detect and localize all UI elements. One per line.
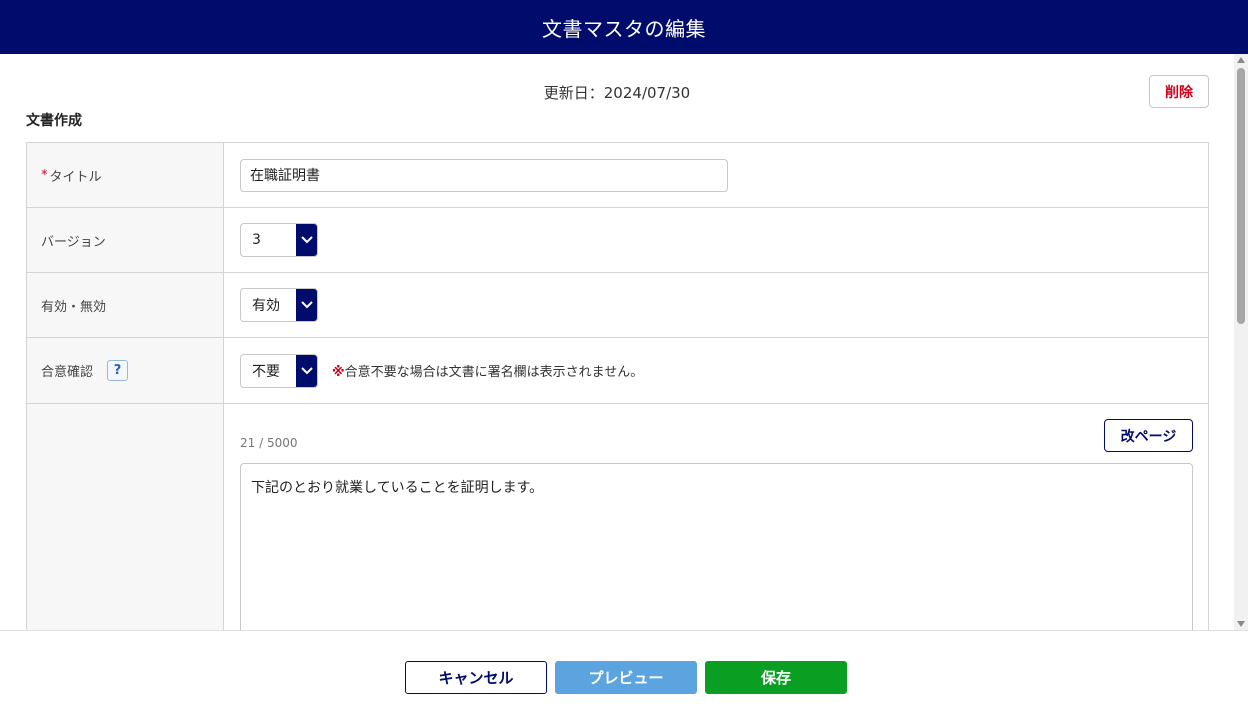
body-row: 21 / 5000 改ページ 下記のとおり就業していることを証明します。 bbox=[26, 404, 1209, 630]
consent-label-text: 合意確認 bbox=[41, 365, 94, 380]
title-row: * タイトル 在職証明書 bbox=[26, 143, 1209, 208]
required-mark: * bbox=[41, 167, 48, 183]
delete-button[interactable]: 削除 bbox=[1149, 75, 1209, 108]
updated-date: 更新日：2024/07/30 bbox=[543, 84, 691, 102]
title-value-cell: 在職証明書 bbox=[224, 143, 1208, 207]
preview-button[interactable]: プレビュー bbox=[555, 661, 697, 694]
chevron-down-icon[interactable] bbox=[296, 354, 317, 387]
consent-label: 合意確認 ? bbox=[27, 338, 224, 403]
help-icon[interactable]: ? bbox=[107, 360, 129, 381]
version-select-value: 3 bbox=[252, 232, 261, 248]
document-form: * タイトル 在職証明書 バージョン 3 有効・無効 有効 合意確認 ? 不要 … bbox=[26, 142, 1209, 630]
consent-select[interactable]: 不要 bbox=[240, 353, 318, 388]
body-textarea[interactable]: 下記のとおり就業していることを証明します。 bbox=[240, 463, 1193, 630]
app-header: 文書マスタの編集 bbox=[0, 0, 1248, 54]
version-row: バージョン 3 bbox=[26, 208, 1209, 273]
chevron-down-icon[interactable] bbox=[296, 289, 317, 321]
consent-value-cell: 不要 ※合意不要な場合は文書に署名欄は表示されません。 bbox=[224, 338, 1208, 403]
version-value-cell: 3 bbox=[224, 208, 1208, 272]
body-value-cell: 21 / 5000 改ページ 下記のとおり就業していることを証明します。 bbox=[224, 404, 1208, 630]
consent-row: 合意確認 ? 不要 ※合意不要な場合は文書に署名欄は表示されません。 bbox=[26, 338, 1209, 404]
body-label bbox=[27, 404, 224, 630]
consent-note-text: 合意不要な場合は文書に署名欄は表示されません。 bbox=[344, 365, 644, 380]
active-select-value: 有効 bbox=[252, 298, 280, 314]
version-select[interactable]: 3 bbox=[240, 223, 318, 257]
page-title: 文書マスタの編集 bbox=[542, 16, 706, 41]
title-label-text: タイトル bbox=[49, 169, 102, 185]
title-input[interactable]: 在職証明書 bbox=[240, 158, 728, 192]
char-counter: 21 / 5000 bbox=[240, 436, 298, 450]
scroll-up-icon[interactable] bbox=[1237, 57, 1245, 63]
scroll-down-icon[interactable] bbox=[1237, 621, 1245, 627]
cancel-button[interactable]: キャンセル bbox=[405, 661, 547, 694]
scroll-thumb[interactable] bbox=[1237, 68, 1245, 324]
section-title: 文書作成 bbox=[26, 113, 82, 129]
consent-note: ※合意不要な場合は文書に署名欄は表示されません。 bbox=[332, 361, 643, 380]
footer-bar: キャンセル プレビュー 保存 bbox=[0, 630, 1248, 720]
page-break-button[interactable]: 改ページ bbox=[1104, 419, 1193, 452]
active-value-cell: 有効 bbox=[224, 273, 1208, 337]
consent-select-value: 不要 bbox=[252, 363, 280, 380]
note-mark: ※ bbox=[332, 365, 345, 380]
active-row: 有効・無効 有効 bbox=[26, 273, 1209, 338]
active-label: 有効・無効 bbox=[27, 273, 224, 337]
main-content: 更新日：2024/07/30 削除 文書作成 * タイトル 在職証明書 バージョ… bbox=[0, 54, 1234, 630]
save-button[interactable]: 保存 bbox=[705, 661, 847, 694]
active-select[interactable]: 有効 bbox=[240, 288, 318, 322]
title-label: * タイトル bbox=[27, 143, 224, 207]
version-label: バージョン bbox=[27, 208, 224, 272]
chevron-down-icon[interactable] bbox=[296, 224, 317, 256]
scrollbar[interactable] bbox=[1234, 54, 1248, 630]
